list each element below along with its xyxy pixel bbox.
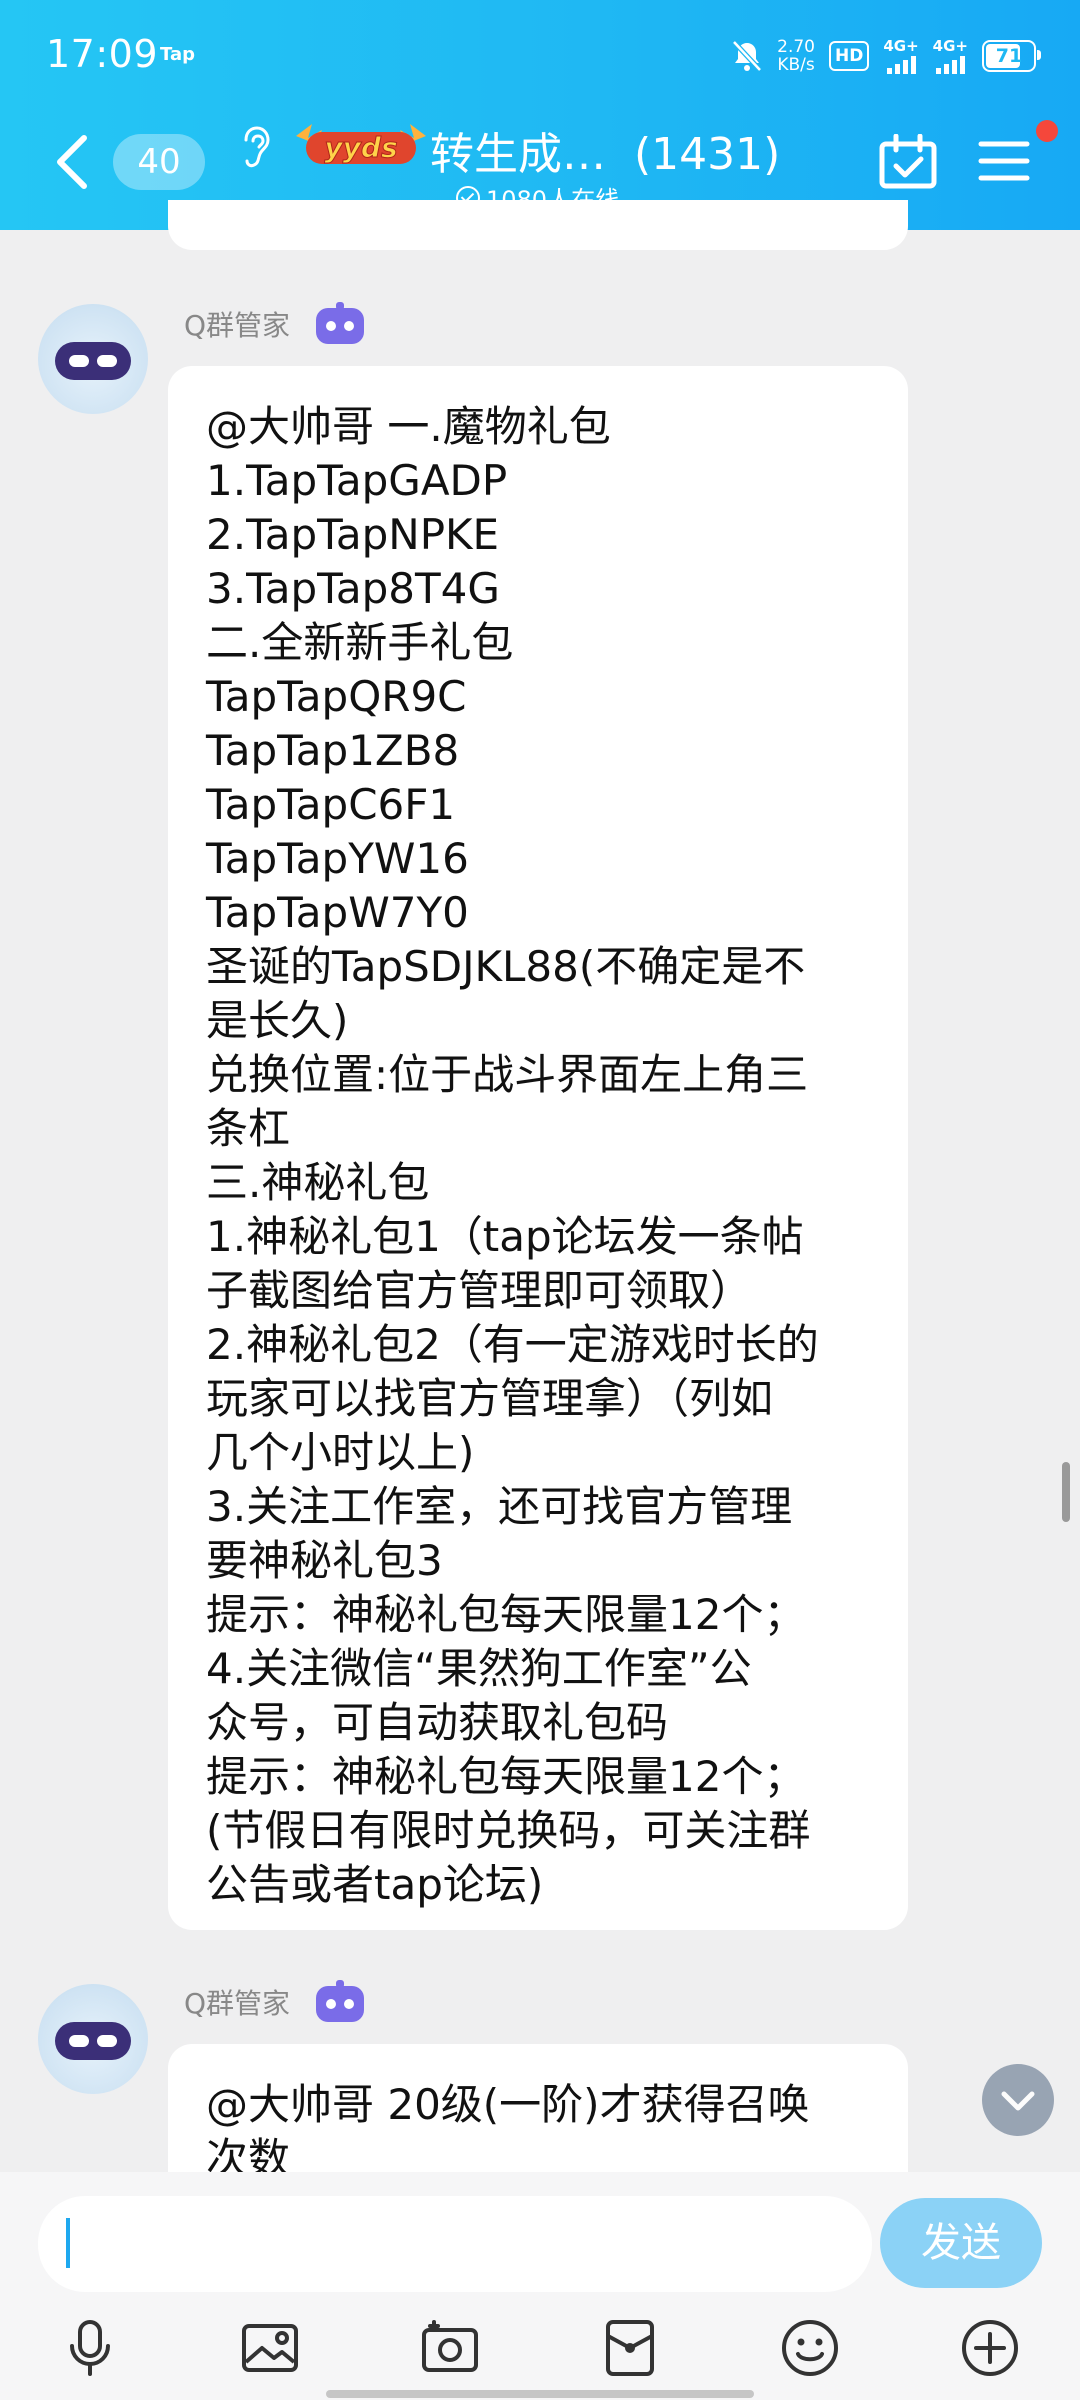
svg-text:yyds: yyds <box>324 131 397 164</box>
message-line: 1.神秘礼包1（tap论坛发一条帖 <box>206 1212 804 1261</box>
text-caret <box>66 2218 70 2268</box>
chat-header: 17:09 Tap 2.70 KB/s HD 4G+ 4G+ 71 40 yyd… <box>0 0 1080 230</box>
message-line: 3.关注工作室，还可找官方管理 <box>206 1482 793 1531</box>
plus-icon[interactable] <box>958 2316 1022 2380</box>
sender-name: Q群管家 <box>184 309 291 342</box>
menu-icon[interactable] <box>978 140 1030 182</box>
message-sender-row: Q群管家 <box>184 1980 368 2024</box>
net-speed: 2.70 KB/s <box>777 37 815 75</box>
mute-bell-icon <box>732 40 762 72</box>
message-line: 要神秘礼包3 <box>206 1536 443 1585</box>
hd-icon: HD <box>829 41 870 71</box>
message-line: 是长久) <box>206 996 349 1045</box>
message-line: 子截图给官方管理即可领取） <box>206 1266 753 1315</box>
message-line: 众号，可自动获取礼包码 <box>206 1698 669 1747</box>
yyds-logo-icon: yyds <box>296 124 426 165</box>
message-line: 2.神秘礼包2（有一定游戏时长的 <box>206 1320 819 1369</box>
message-input[interactable] <box>38 2196 872 2292</box>
message-line: (节假日有限时兑换码，可关注群 <box>206 1806 811 1855</box>
message-line: 玩家可以找官方管理拿）（列如 <box>206 1374 774 1423</box>
message-line: @大帅哥 20级(一阶)才获得召唤 <box>206 2080 810 2129</box>
message-line: 提示：神秘礼包每天限量12个； <box>206 1590 806 1639</box>
robot-badge-icon <box>316 1980 365 2022</box>
robot-badge-icon <box>316 302 365 344</box>
group-title[interactable]: 转生成… (1431) <box>430 118 780 182</box>
composer-area: 发送 <box>0 2172 1080 2400</box>
message-line: TapTapW7Y0 <box>206 888 469 937</box>
signal-icon-sim2: 4G+ <box>933 38 968 74</box>
notification-dot <box>1036 120 1058 142</box>
battery-icon: 71 <box>982 40 1041 72</box>
message-sender-row: Q群管家 <box>184 302 368 346</box>
message-line: TapTapC6F1 <box>206 780 456 829</box>
signal-icon-sim1: 4G+ <box>883 38 919 74</box>
message-line: 提示：神秘礼包每天限量12个； <box>206 1752 806 1801</box>
message-line: 几个小时以上) <box>206 1428 475 1477</box>
message-line: 3.TapTap8T4G <box>206 564 500 613</box>
home-indicator <box>326 2390 754 2398</box>
message-line: 4.关注微信“果然狗工作室”公 <box>206 1644 752 1693</box>
message-line: 二.全新新手礼包 <box>206 618 514 667</box>
message-line: 公告或者tap论坛) <box>206 1860 544 1909</box>
message-line: TapTap1ZB8 <box>206 726 460 775</box>
previous-message-bubble <box>168 200 908 250</box>
sender-avatar[interactable] <box>38 304 148 414</box>
scrollbar-thumb[interactable] <box>1062 1462 1070 1522</box>
message-line: 条杠 <box>206 1104 291 1153</box>
calendar-check-icon[interactable] <box>878 134 938 190</box>
unread-count-badge[interactable]: 40 <box>113 134 205 190</box>
status-icons: 2.70 KB/s HD 4G+ 4G+ 71 <box>731 34 1041 78</box>
status-app-label: Tap <box>160 44 195 65</box>
message-line: 2.TapTapNPKE <box>206 510 500 559</box>
message-bubble[interactable]: @大帅哥 一.魔物礼包 1.TapTapGADP 2.TapTapNPKE 3.Tap… <box>168 366 908 1930</box>
image-icon[interactable] <box>238 2316 302 2380</box>
send-button[interactable]: 发送 <box>880 2198 1042 2288</box>
composer-toolbar <box>0 2304 1080 2384</box>
camera-icon[interactable] <box>418 2316 482 2380</box>
status-time: 17:09 <box>46 32 159 76</box>
message-line: 1.TapTapGADP <box>206 456 508 505</box>
back-icon[interactable] <box>52 132 92 192</box>
scroll-to-bottom-icon[interactable] <box>982 2064 1054 2136</box>
microphone-icon[interactable] <box>58 2316 122 2380</box>
sender-name: Q群管家 <box>184 1987 291 2020</box>
message-line: 兑换位置:位于战斗界面左上角三 <box>206 1050 809 1099</box>
red-packet-icon[interactable] <box>598 2316 662 2380</box>
emoji-icon[interactable] <box>778 2316 842 2380</box>
sender-avatar[interactable] <box>38 1984 148 2094</box>
message-line: TapTapYW16 <box>206 834 469 883</box>
ear-icon[interactable] <box>238 124 272 174</box>
message-line: 三.神秘礼包 <box>206 1158 430 1207</box>
message-line: @大帅哥 一.魔物礼包 <box>206 402 611 451</box>
message-line: 圣诞的TapSDJKL88(不确定是不 <box>206 942 806 991</box>
message-line: TapTapQR9C <box>206 672 467 721</box>
